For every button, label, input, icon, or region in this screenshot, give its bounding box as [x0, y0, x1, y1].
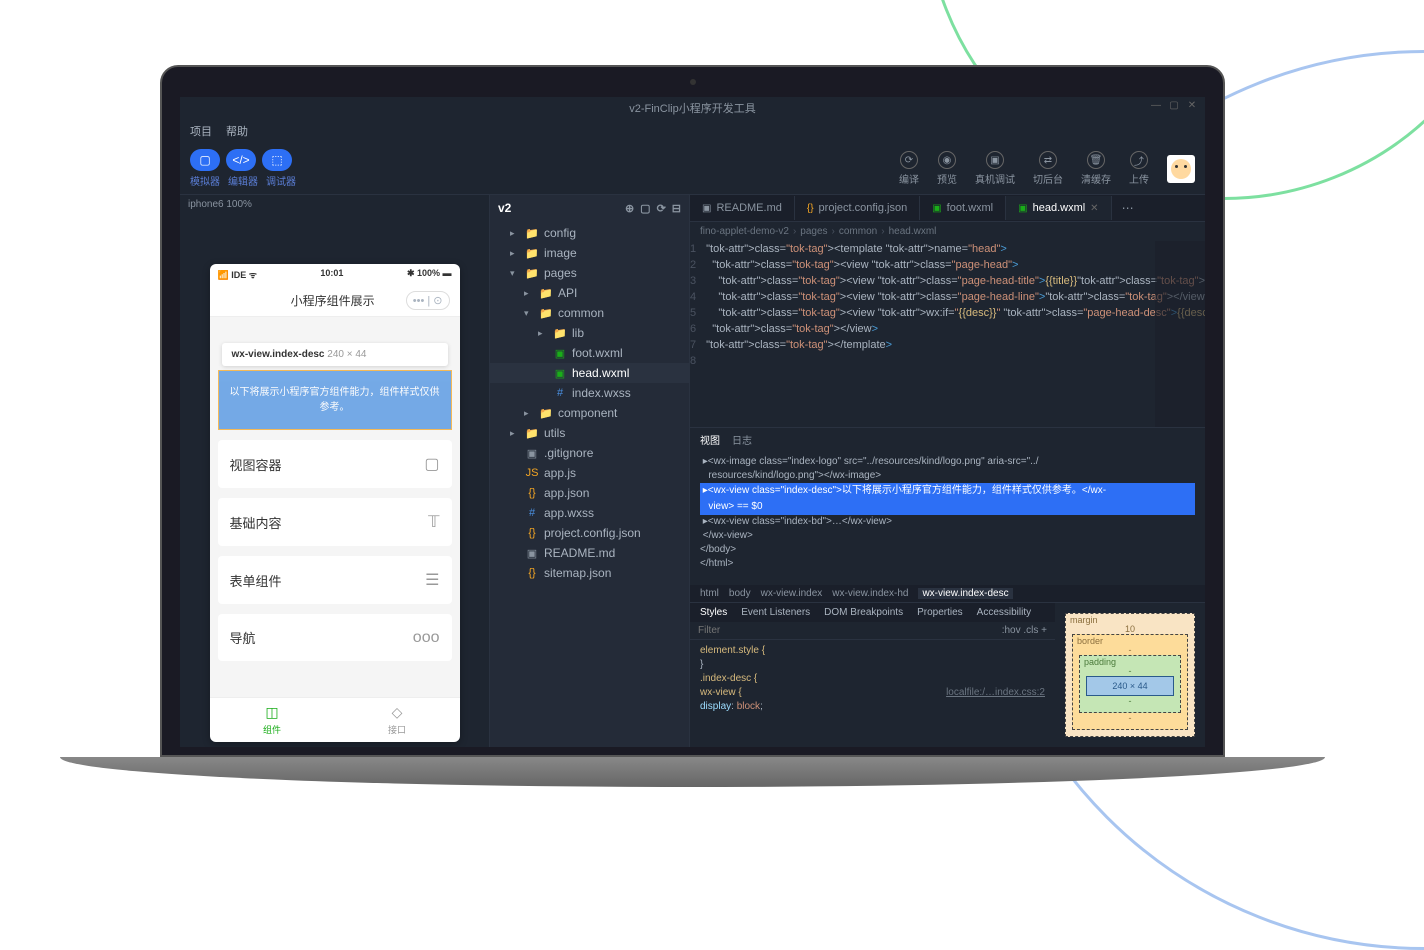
toolbar-切后台[interactable]: ⇄切后台 [1033, 151, 1063, 186]
sim-list-item[interactable]: 视图容器▢ [218, 440, 452, 488]
tree-item[interactable]: ▸📁utils [490, 423, 689, 443]
tree-item[interactable]: {}project.config.json [490, 523, 689, 543]
tree-item[interactable]: ▸📁component [490, 403, 689, 423]
sim-tab[interactable]: ◇接口 [335, 698, 460, 742]
tree-item[interactable]: #index.wxss [490, 383, 689, 403]
tree-item[interactable]: ▣.gitignore [490, 443, 689, 463]
inspector-highlight: 以下将展示小程序官方组件能力，组件样式仅供参考。 [218, 370, 452, 430]
tree-item[interactable]: ▾📁pages [490, 263, 689, 283]
minimize-icon[interactable]: — [1149, 100, 1163, 114]
menu-help[interactable]: 帮助 [226, 123, 248, 139]
ide-window: v2-FinClip小程序开发工具 — ▢ ✕ 项目 帮助 ▢ </> [180, 97, 1205, 747]
menu-project[interactable]: 项目 [190, 123, 212, 139]
toolbar-真机调试[interactable]: ▣真机调试 [975, 151, 1015, 186]
toolbar: ▢ </> ⬚ 模拟器 编辑器 调试器 ⟳编译◉预览▣真机调试⇄切后台🗑清缓存⤴… [180, 143, 1205, 194]
tree-item[interactable]: ▣head.wxml [490, 363, 689, 383]
dom-tree[interactable]: ▸<wx-image class="index-logo" src="../re… [690, 451, 1205, 585]
toolbar-清缓存[interactable]: 🗑清缓存 [1081, 151, 1111, 186]
refresh-icon[interactable]: ⟳ [657, 202, 666, 215]
minimap[interactable] [1155, 241, 1205, 427]
menubar: 项目 帮助 [180, 119, 1205, 143]
box-model: margin10 border- padding- 240 × 44- - [1055, 603, 1205, 747]
toolbar-预览[interactable]: ◉预览 [937, 151, 957, 186]
window-title: v2-FinClip小程序开发工具 [629, 100, 756, 116]
sim-nav-title: 小程序组件展示 [260, 292, 406, 309]
maximize-icon[interactable]: ▢ [1167, 100, 1181, 114]
css-rules[interactable]: element.style {}.index-desc {</span></di… [690, 640, 1055, 718]
editor-tab[interactable]: ▣README.md [690, 196, 795, 220]
close-icon[interactable]: ✕ [1185, 100, 1199, 114]
new-folder-icon[interactable]: ▢ [640, 202, 650, 215]
tree-item[interactable]: ▸📁config [490, 223, 689, 243]
mode-simulator-button[interactable]: ▢ [190, 149, 220, 171]
tree-item[interactable]: ▸📁image [490, 243, 689, 263]
styles-tab[interactable]: Event Listeners [741, 607, 810, 618]
titlebar: v2-FinClip小程序开发工具 — ▢ ✕ [180, 97, 1205, 119]
tree-item[interactable]: ▣foot.wxml [490, 343, 689, 363]
new-file-icon[interactable]: ⊕ [625, 202, 634, 215]
simulator-panel: iphone6 100% 📶 IDE ᯤ 10:01 ✱ 100% ▬ 小程序组… [180, 195, 490, 747]
tree-item[interactable]: #app.wxss [490, 503, 689, 523]
sim-list-item[interactable]: 表单组件☰ [218, 556, 452, 604]
styles-tab[interactable]: DOM Breakpoints [824, 607, 903, 618]
mode-debugger-button[interactable]: ⬚ [262, 149, 292, 171]
simulator-device: 📶 IDE ᯤ 10:01 ✱ 100% ▬ 小程序组件展示 ••• | ⊙ [210, 264, 460, 742]
toolbar-编译[interactable]: ⟳编译 [899, 151, 919, 186]
editor-tab[interactable]: ▣head.wxml✕ [1006, 196, 1111, 220]
editor-tabs: ▣README.md{}project.config.json▣foot.wxm… [690, 195, 1205, 222]
breadcrumb: fino-applet-demo-v2›pages›common›head.wx… [690, 222, 1205, 241]
devtools: 视图 日志 ▸<wx-image class="index-logo" src=… [690, 427, 1205, 747]
styles-filter-input[interactable] [698, 625, 1002, 636]
styles-filter-opts[interactable]: :hov .cls + [1002, 625, 1047, 636]
editor-tab[interactable]: {}project.config.json [795, 196, 920, 220]
sim-status-right: ✱ 100% ▬ [407, 268, 452, 281]
mode-editor-button[interactable]: </> [226, 149, 256, 171]
styles-tab[interactable]: Styles [700, 607, 727, 618]
user-avatar[interactable] [1167, 155, 1195, 183]
tree-item[interactable]: ▸📁lib [490, 323, 689, 343]
sim-status-time: 10:01 [320, 268, 343, 281]
sim-capsule[interactable]: ••• | ⊙ [406, 291, 450, 310]
dt-tab-view[interactable]: 视图 [700, 432, 720, 447]
dt-tab-log[interactable]: 日志 [732, 432, 752, 447]
file-explorer: v2 ⊕ ▢ ⟳ ⊟ ▸📁config▸📁image▾📁pages▸📁API▾📁… [490, 195, 690, 747]
simulator-status: iphone6 100% [180, 195, 489, 214]
sim-list-item[interactable]: 基础内容𝕋 [218, 498, 452, 546]
tree-item[interactable]: ▾📁common [490, 303, 689, 323]
collapse-icon[interactable]: ⊟ [672, 202, 681, 215]
tree-item[interactable]: ▸📁API [490, 283, 689, 303]
tree-item[interactable]: {}app.json [490, 483, 689, 503]
sim-tab[interactable]: ◫组件 [210, 698, 335, 742]
sim-list-item[interactable]: 导航ooo [218, 614, 452, 661]
editor-more-icon[interactable]: ⋯ [1112, 195, 1144, 221]
dom-breadcrumb[interactable]: htmlbodywx-view.indexwx-view.index-hdwx-… [690, 585, 1205, 602]
laptop-mockup: v2-FinClip小程序开发工具 — ▢ ✕ 项目 帮助 ▢ </> [160, 65, 1225, 787]
editor-area: ▣README.md{}project.config.json▣foot.wxm… [690, 195, 1205, 747]
tree-item[interactable]: {}sitemap.json [490, 563, 689, 583]
editor-tab[interactable]: ▣foot.wxml [920, 196, 1006, 220]
styles-tab[interactable]: Properties [917, 607, 963, 618]
toolbar-上传[interactable]: ⤴上传 [1129, 151, 1149, 186]
explorer-root[interactable]: v2 [498, 201, 511, 215]
code-editor[interactable]: 12345678 "tok-attr">class="tok-tag"><tem… [690, 241, 1205, 427]
sim-status-left: 📶 IDE ᯤ [218, 268, 257, 281]
inspector-tooltip: wx-view.index-desc 240 × 44 [222, 343, 448, 366]
tree-item[interactable]: JSapp.js [490, 463, 689, 483]
tree-item[interactable]: ▣README.md [490, 543, 689, 563]
styles-tab[interactable]: Accessibility [977, 607, 1031, 618]
